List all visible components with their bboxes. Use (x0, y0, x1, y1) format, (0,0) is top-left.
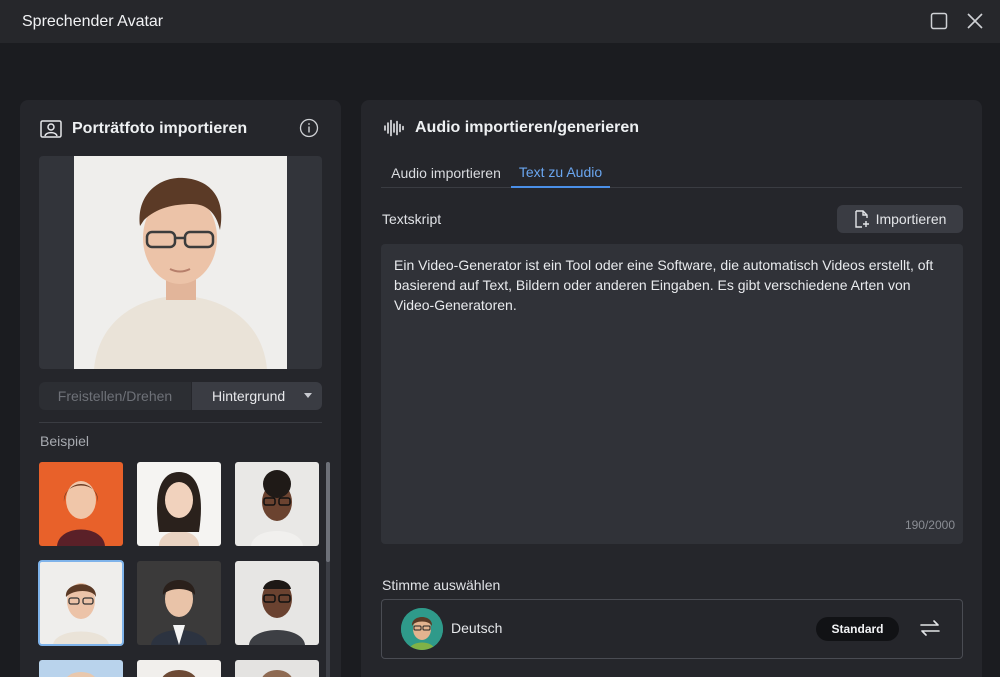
crop-rotate-button[interactable]: Freistellen/Drehen (39, 382, 191, 410)
portrait-panel-title: Porträtfoto importieren (72, 120, 248, 137)
example-thumbnail-selected[interactable] (38, 560, 124, 646)
background-dropdown-label: Hintergrund (212, 388, 286, 404)
audio-wave-icon (384, 119, 404, 137)
audio-panel-title: Audio importieren/generieren (415, 119, 640, 136)
close-button[interactable] (964, 10, 986, 32)
tab-audio-import[interactable]: Audio importieren (381, 158, 511, 188)
example-thumbnail[interactable] (137, 660, 221, 677)
example-thumbnail[interactable] (235, 462, 319, 546)
info-button[interactable] (299, 118, 319, 143)
photo-edit-buttons: Freistellen/Drehen Hintergrund (39, 382, 322, 410)
portrait-image (74, 156, 287, 369)
square-icon (930, 12, 948, 30)
import-button-label: Importieren (875, 211, 947, 227)
script-label: Textskript (382, 211, 442, 227)
voice-quality-badge: Standard (816, 617, 899, 641)
import-button[interactable]: Importieren (837, 205, 963, 233)
voice-name: Deutsch (451, 620, 503, 636)
example-thumbnail[interactable] (39, 462, 123, 546)
background-dropdown[interactable]: Hintergrund (192, 382, 322, 410)
add-file-icon (854, 210, 869, 228)
example-thumbnail[interactable] (235, 660, 319, 677)
example-thumbnail[interactable] (235, 561, 319, 645)
maximize-button[interactable] (928, 10, 950, 32)
close-icon (967, 13, 983, 29)
voice-selector[interactable]: Deutsch Standard (381, 599, 963, 659)
scrollbar-thumb[interactable] (326, 462, 330, 562)
window-title: Sprechender Avatar (22, 12, 164, 30)
audio-panel-header: Audio importieren/generieren (383, 119, 639, 137)
portrait-preview[interactable] (39, 156, 322, 369)
swap-arrows-icon (920, 620, 940, 636)
example-thumbnail[interactable] (137, 561, 221, 645)
audio-tabs: Audio importieren Text zu Audio (381, 158, 962, 188)
script-text: Ein Video-Generator ist ein Tool oder ei… (394, 257, 934, 313)
portrait-panel-header: Porträtfoto importieren (40, 118, 247, 140)
tab-text-to-audio[interactable]: Text zu Audio (511, 158, 610, 188)
example-thumbnail[interactable] (137, 462, 221, 546)
info-icon (299, 118, 319, 138)
script-textarea[interactable]: Ein Video-Generator ist ein Tool oder ei… (381, 244, 963, 544)
portrait-panel: Porträtfoto importieren Freistellen/Dreh (20, 100, 341, 677)
char-counter: 190/2000 (904, 518, 955, 532)
title-bar: Sprechender Avatar (0, 0, 1000, 43)
swap-voice-button[interactable] (919, 618, 941, 643)
gallery-scrollbar[interactable] (326, 462, 330, 677)
voice-avatar (401, 608, 443, 650)
chevron-down-icon (304, 393, 312, 398)
examples-label: Beispiel (40, 433, 90, 449)
voice-label: Stimme auswählen (382, 577, 501, 593)
portrait-icon (40, 120, 62, 138)
audio-panel: Audio importieren/generieren Audio impor… (361, 100, 982, 677)
example-thumbnail[interactable] (39, 660, 123, 677)
divider (39, 422, 322, 423)
